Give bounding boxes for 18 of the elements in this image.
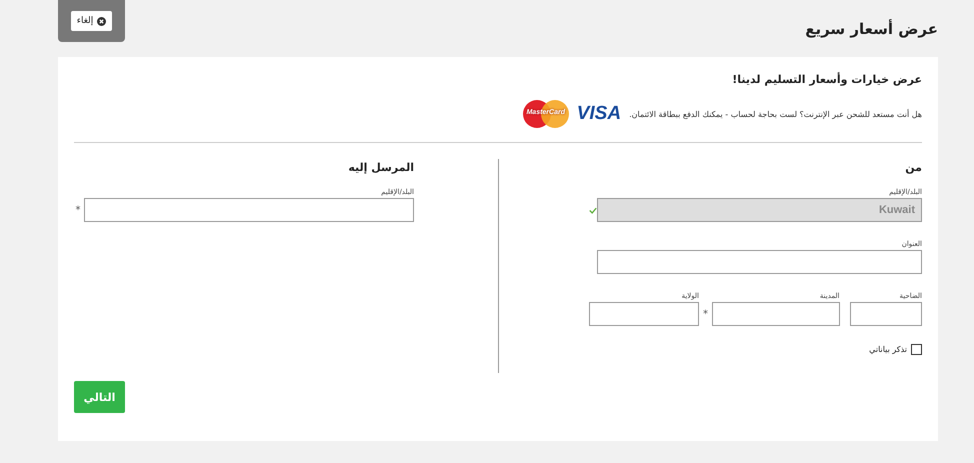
intro-title: عرض خيارات وأسعار التسليم لدينا! [731, 73, 922, 86]
section-title: من [904, 161, 922, 174]
required-mark: * [76, 204, 80, 216]
next-button[interactable]: التالي [74, 381, 125, 413]
checkbox-label: تذكر بياناتي [869, 345, 907, 354]
section-title: المرسل إليه [347, 161, 414, 174]
input-field[interactable] [84, 198, 414, 222]
input-field[interactable] [589, 302, 699, 326]
visa-logo: VISA [576, 103, 622, 125]
input-field[interactable] [597, 250, 922, 274]
required-mark: * [703, 308, 708, 320]
input-field[interactable] [850, 302, 922, 326]
close-icon [97, 16, 106, 26]
checkbox[interactable] [911, 344, 922, 355]
cancel-button[interactable]: إلغاء [70, 11, 112, 31]
page-title: عرض أسعار سريع [805, 20, 938, 38]
intro-text: هل أنت مستعد للشحن عبر الإنترنت؟ لست بحاجة لحساب - يمكنك الدفع ببطاقة الائتمان. [629, 110, 922, 118]
input-field[interactable] [712, 302, 840, 326]
